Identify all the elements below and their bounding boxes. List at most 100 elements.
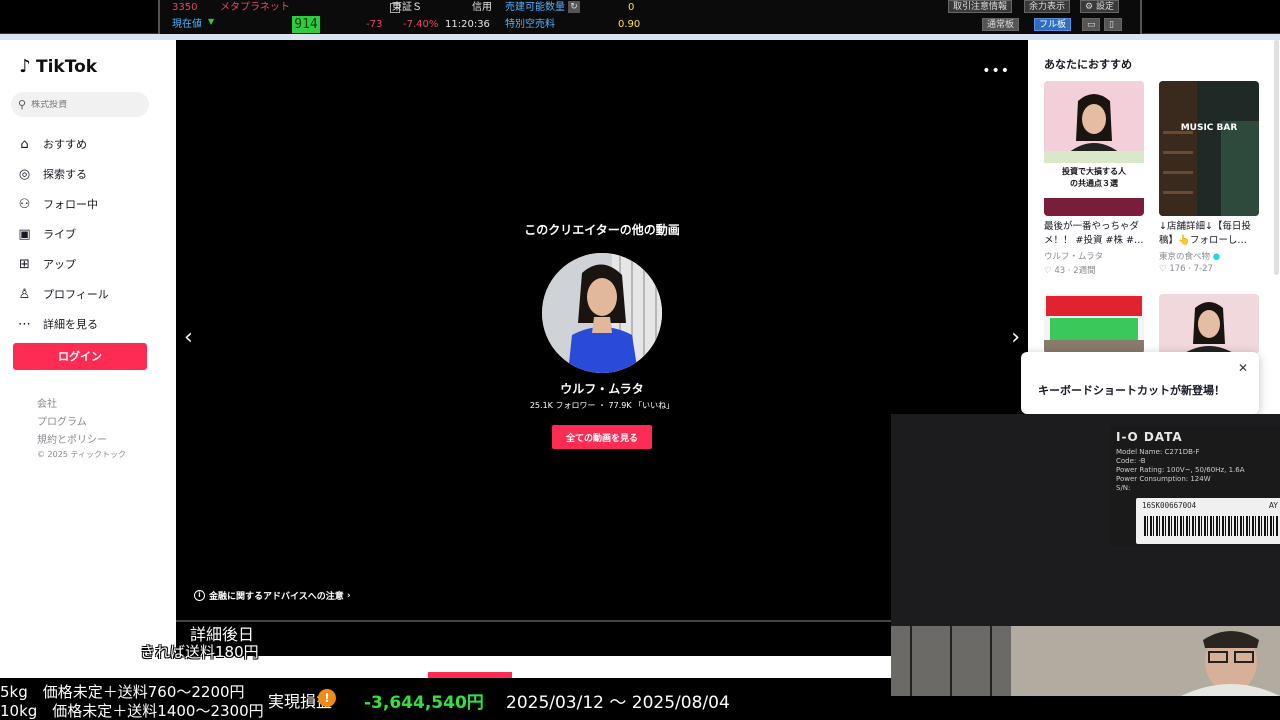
realized-pl-range: 2025/03/12 〜 2025/08/04 [506, 693, 730, 713]
rec-author-row[interactable]: 東京の食べ物 ● [1159, 250, 1259, 262]
tiktok-note-icon: ♪ [19, 56, 31, 77]
search-input[interactable] [31, 99, 142, 110]
current-price-label: 現在値 [172, 19, 202, 30]
compass-icon: ◎ [18, 166, 31, 182]
sidebar-item-label: アップ [43, 258, 76, 271]
rec-thumbnail[interactable]: 投資で大損する人 の共通点３選 [1044, 81, 1144, 216]
rec-author[interactable]: ウルフ・ムラタ [1044, 250, 1144, 262]
rec-thumbnail-image [1044, 81, 1144, 216]
stock-code: 3350 [172, 2, 198, 13]
face-camera-image [891, 626, 1280, 696]
caption-10kg: 10kg 価格未定＋送料1400〜2300円 [0, 702, 264, 720]
sidebar-item-label: プロフィール [43, 288, 109, 301]
verified-badge-icon: ● [1212, 252, 1221, 262]
caution-info-button[interactable]: 取引注意情報 [948, 0, 1013, 13]
rec-thumb-line-2: の共通点３選 [1070, 179, 1118, 188]
sidebar-item-foryou[interactable]: ⌂ おすすめ [16, 129, 166, 159]
sidebar-item-explore[interactable]: ◎ 探索する [16, 159, 166, 189]
view-all-videos-button[interactable]: 全ての動画を見る [552, 425, 652, 449]
rec-thumb-text: 投資で大損する人 の共通点３選 [1044, 166, 1144, 190]
layout-single-icon[interactable]: ▭ [1082, 18, 1100, 31]
sidebar-item-live[interactable]: ▣ ライブ [16, 219, 166, 249]
refresh-icon[interactable]: ↻ [568, 1, 580, 13]
plate-sn-line: S/N: [1116, 484, 1131, 492]
rec-card[interactable] [1044, 294, 1144, 354]
serial-suffix: AY [1268, 501, 1278, 510]
user-follow-icon: ⚇ [18, 196, 31, 212]
close-icon[interactable]: ✕ [1238, 361, 1248, 375]
rec-stats: ♡ 43 · 2週間 [1044, 266, 1096, 276]
recommendations-title: あなたにおすすめ [1044, 58, 1132, 71]
sidebar-item-label: おすすめ [43, 138, 87, 151]
settings-button[interactable]: ⚙ 設定 [1080, 0, 1119, 13]
recommendations-scrollbar[interactable] [1274, 40, 1279, 275]
sidebar-item-profile[interactable]: ♙ プロフィール [16, 279, 166, 309]
rec-thumb-text: MUSIC BAR [1180, 123, 1238, 133]
serial-sticker: 16SK006670O4 AY [1136, 498, 1280, 544]
special-fee-label: 特別空売料 [505, 19, 555, 30]
stock-ticker-bar: 3350 メタプラネット 現在値 ▼ 914 東証Ｓ -73 -7.40% 11… [0, 0, 1280, 34]
rec-age: 7-27 [1193, 264, 1213, 274]
profile-icon: ♙ [18, 286, 31, 302]
home-icon: ⌂ [20, 136, 29, 152]
login-button[interactable]: ログイン [13, 343, 147, 370]
sidebar-item-label: ライブ [43, 228, 76, 241]
barcode [1144, 516, 1278, 536]
footer-link-program[interactable]: プログラム [37, 414, 107, 432]
avatar-portrait [542, 253, 662, 373]
rec-author: 東京の食べ物 [1159, 252, 1211, 262]
search-icon: ⚲ [18, 98, 27, 111]
rec-caption[interactable]: 最後が一番やっちゃダメ！！ #投資 #株 #… [1044, 220, 1144, 248]
settings-label: 設定 [1095, 2, 1114, 12]
shortcut-toast: ✕ キーボードショートカットが新登場！ [1021, 352, 1259, 414]
creator-avatar[interactable] [542, 253, 662, 373]
tiktok-logo[interactable]: ♪ TikTok [16, 56, 97, 77]
more-options-icon[interactable]: ••• [982, 63, 1010, 79]
rec-thumbnail-image [1159, 294, 1259, 354]
rec-card[interactable] [1159, 294, 1259, 354]
sellable-label: 売建可能数量 [505, 2, 565, 13]
rec-stats: ♡ 176 · 7-27 [1159, 264, 1213, 274]
search-box[interactable]: ⚲ [11, 92, 149, 117]
full-board-tab[interactable]: フル板 [1034, 18, 1072, 31]
sidebar-item-label: 詳細を見る [43, 318, 98, 331]
sidebar-item-more[interactable]: ⋯ 詳細を見る [16, 309, 166, 339]
buying-power-button[interactable]: 余力表示 [1024, 0, 1071, 13]
rec-thumbnail-image [1044, 294, 1144, 354]
plate-specs: Model Name: C271DB-F Code: -B Power Rati… [1116, 448, 1245, 493]
heart-icon: ♡ [1044, 266, 1055, 276]
rec-thumb-line-1: 投資で大損する人 [1062, 167, 1126, 176]
layout-split-icon[interactable]: ▯ [1104, 18, 1122, 31]
sidebar-item-label: フォロー中 [43, 198, 98, 211]
tiktok-sidebar: ♪ TikTok ⚲ ⌂ おすすめ ◎ 探索する ⚇ フォロー中 ▣ ライブ ⊞… [0, 40, 176, 680]
chevron-right-icon[interactable]: › [1011, 325, 1020, 350]
price-down-icon: ▼ [208, 17, 215, 26]
rec-thumbnail-image [1159, 81, 1259, 216]
gear-icon: ⚙ [1085, 2, 1096, 12]
financial-advice-link[interactable]: i 金融に関するアドバイスへの注意 › [194, 589, 351, 602]
serial-number: 16SK006670O4 [1142, 501, 1197, 510]
rec-thumbnail[interactable] [1159, 294, 1259, 354]
plate-power-line: Power Rating: 100V~, 50/60Hz, 1.6A [1116, 466, 1245, 474]
rec-thumbnail[interactable] [1044, 294, 1144, 354]
heart-icon: ♡ [1159, 264, 1170, 274]
face-camera-feed [891, 626, 1280, 696]
footer-link-terms[interactable]: 規約とポリシー [37, 432, 107, 450]
rec-thumbnail[interactable]: MUSIC BAR [1159, 81, 1259, 216]
sidebar-item-upload[interactable]: ⊞ アップ [16, 249, 166, 279]
footer-links: 会社 プログラム 規約とポリシー [37, 396, 107, 450]
footer-link-company[interactable]: 会社 [37, 396, 107, 414]
creator-name[interactable]: ウルフ・ムラタ [176, 380, 1028, 397]
market-name: 東証Ｓ [392, 2, 422, 13]
rec-caption[interactable]: ↓店舗詳細↓【毎日投稿】👆フォローし… [1159, 220, 1259, 248]
video-progress-bar[interactable] [176, 620, 892, 622]
quote-time: 11:20:36 [445, 19, 490, 30]
rec-card[interactable]: MUSIC BAR ↓店舗詳細↓【毎日投稿】👆フォローし… 東京の食べ物 ● ♡… [1159, 81, 1259, 274]
rec-card[interactable]: 投資で大損する人 の共通点３選 最後が一番やっちゃダメ！！ #投資 #株 #… … [1044, 81, 1144, 276]
rec-likes: 43 [1054, 266, 1066, 276]
chevron-left-icon[interactable]: ‹ [184, 325, 193, 350]
rec-age: 2週間 [1073, 266, 1096, 276]
normal-board-tab[interactable]: 通常板 [982, 18, 1020, 31]
sidebar-item-following[interactable]: ⚇ フォロー中 [16, 189, 166, 219]
plate-brand: I-O DATA [1116, 430, 1183, 444]
